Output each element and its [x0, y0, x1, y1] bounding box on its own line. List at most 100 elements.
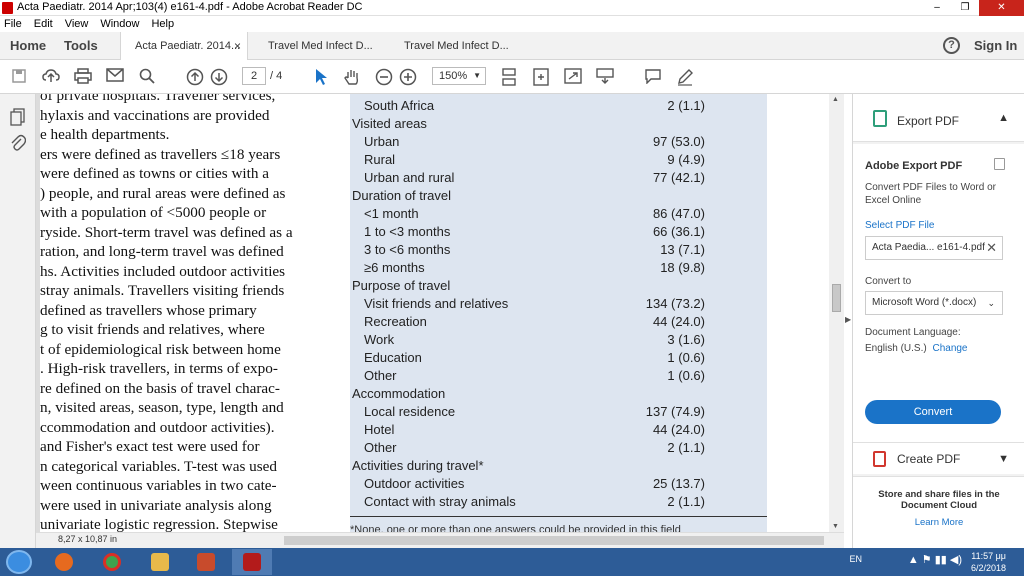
body-text-line: were defined as towns or cities with a	[40, 165, 270, 182]
table-row: Contact with stray animals 2 (1.1)	[350, 494, 767, 512]
table-row: Other 1 (0.6)	[350, 368, 767, 386]
horizontal-scroll-thumb[interactable]	[284, 536, 824, 545]
table-row: 3 to <6 months 13 (7.1)	[350, 242, 767, 260]
scroll-mode-icon[interactable]	[500, 68, 518, 86]
export-pdf-title: Export PDF	[897, 114, 960, 128]
chrome-icon	[103, 553, 121, 571]
taskbar-firefox[interactable]	[44, 549, 84, 575]
select-pdf-link[interactable]: Select PDF File	[865, 220, 934, 231]
taskbar-powerpoint[interactable]	[186, 549, 226, 575]
table-row: Visit friends and relatives 134 (73.2)	[350, 296, 767, 314]
page-number-input[interactable]: 2	[242, 67, 266, 85]
save-icon[interactable]	[10, 68, 28, 86]
table-row-value: 2 (1.1)	[667, 440, 705, 455]
document-tab[interactable]: Travel Med Infect D...	[390, 32, 518, 60]
full-screen-icon[interactable]	[564, 68, 582, 86]
acrobat-window: Acta Paediatr. 2014 Apr;103(4) e161-4.pd…	[0, 0, 1024, 576]
start-button[interactable]	[6, 550, 32, 574]
minimize-button[interactable]: –	[923, 0, 951, 16]
table-row-label: Rural	[364, 152, 396, 167]
horizontal-scrollbar[interactable]	[36, 532, 844, 548]
document-language-row: English (U.S.) Change	[865, 343, 968, 354]
help-icon[interactable]: ?	[943, 37, 960, 54]
export-pdf-header[interactable]: Export PDF ▲	[853, 94, 1024, 142]
document-tab[interactable]: Travel Med Infect D...	[254, 32, 382, 60]
zoom-out-icon[interactable]	[375, 68, 393, 86]
home-tab[interactable]: Home	[10, 32, 46, 60]
selected-file-field[interactable]: Acta Paedia... e161-4.pdf ✕	[865, 236, 1003, 260]
table-row-label: Activities during travel*	[352, 458, 484, 473]
table-row-label: Recreation	[364, 314, 427, 329]
zoom-select[interactable]: 150% ▼	[432, 67, 486, 85]
system-tray-icons[interactable]: ▲ ⚑ ▮▮ ◀)	[908, 553, 962, 566]
body-text-line: g to visit friends and relatives, where	[40, 321, 265, 338]
body-text-line: ) people, and rural areas were defined a…	[40, 184, 286, 202]
print-icon[interactable]	[74, 68, 92, 86]
window-title: Acta Paediatr. 2014 Apr;103(4) e161-4.pd…	[17, 1, 363, 13]
table-row-label: ≥6 months	[364, 260, 425, 275]
table-row: Recreation 44 (24.0)	[350, 314, 767, 332]
sign-in-button[interactable]: Sign In	[974, 32, 1017, 60]
chevron-down-icon[interactable]: ▼	[998, 453, 1009, 465]
learn-more-link[interactable]: Learn More	[853, 517, 1024, 528]
window-controls: – ❐ ✕	[923, 0, 1024, 16]
system-clock[interactable]: 11:57 μμ 6/2/2018	[971, 550, 1006, 574]
document-tab-label: Acta Paediatr. 2014...	[135, 40, 241, 52]
chevron-up-icon[interactable]: ▲	[998, 112, 1009, 124]
document-cloud-promo: Store and share files in the Document Cl…	[853, 476, 1024, 548]
upload-cloud-icon[interactable]	[42, 68, 60, 86]
close-tab-icon[interactable]: ×	[234, 32, 241, 60]
table-row: Local residence 137 (74.9)	[350, 404, 767, 422]
fit-page-icon[interactable]	[532, 68, 550, 86]
copy-icon[interactable]	[994, 158, 1005, 170]
windows-taskbar: EN ▲ ⚑ ▮▮ ◀) 11:57 μμ 6/2/2018	[0, 548, 1024, 576]
create-pdf-header[interactable]: Create PDF ▼	[853, 442, 1024, 474]
scroll-down-icon[interactable]: ▼	[832, 523, 839, 530]
convert-button[interactable]: Convert	[865, 400, 1001, 424]
comment-icon[interactable]	[644, 68, 662, 86]
clear-file-icon[interactable]: ✕	[986, 237, 997, 259]
menu-view[interactable]: View	[65, 16, 89, 32]
email-icon[interactable]	[106, 68, 124, 86]
scroll-up-icon[interactable]: ▲	[832, 96, 839, 103]
table-row: Activities during travel*	[350, 458, 767, 476]
vertical-scroll-thumb[interactable]	[832, 284, 841, 312]
table-row-value: 77 (42.1)	[652, 170, 705, 185]
menu-file[interactable]: File	[4, 16, 22, 32]
expand-right-panel-icon[interactable]: ▶	[845, 315, 851, 324]
export-description: Convert PDF Files to Word or Excel Onlin…	[865, 182, 996, 206]
taskbar-chrome[interactable]	[92, 549, 132, 575]
pages-icon[interactable]	[10, 108, 26, 131]
restore-button[interactable]: ❐	[951, 0, 979, 16]
taskbar-acrobat[interactable]	[232, 549, 272, 575]
change-language-link[interactable]: Change	[932, 343, 967, 354]
body-text-line: hs. Activities included outdoor activiti…	[40, 262, 286, 280]
keyboard-icon[interactable]	[596, 68, 614, 86]
previous-page-icon[interactable]	[186, 68, 204, 86]
menu-edit[interactable]: Edit	[34, 16, 53, 32]
next-page-icon[interactable]	[210, 68, 228, 86]
vertical-scrollbar[interactable]: ▲ ▼	[829, 94, 844, 532]
attachment-icon[interactable]	[10, 134, 27, 157]
zoom-in-icon[interactable]	[399, 68, 417, 86]
table-row: Outdoor activities 25 (13.7)	[350, 476, 767, 494]
table-row-label: Duration of travel	[352, 188, 451, 203]
folder-icon	[151, 553, 169, 571]
menu-window[interactable]: Window	[100, 16, 139, 32]
select-cursor-icon[interactable]	[312, 68, 330, 86]
export-pdf-body: Adobe Export PDF Convert PDF Files to Wo…	[853, 144, 1024, 446]
input-language[interactable]: EN	[849, 554, 862, 564]
create-pdf-icon	[873, 451, 886, 467]
search-icon[interactable]	[138, 68, 156, 86]
table-row-label: Visited areas	[352, 116, 427, 131]
tools-tab[interactable]: Tools	[64, 32, 98, 60]
menu-help[interactable]: Help	[151, 16, 174, 32]
sign-pen-icon[interactable]	[676, 68, 694, 86]
hand-tool-icon[interactable]	[343, 68, 361, 86]
document-tab-active[interactable]: Acta Paediatr. 2014... ×	[120, 32, 248, 61]
table-row: Education 1 (0.6)	[350, 350, 767, 368]
format-select[interactable]: Microsoft Word (*.docx) ⌄	[865, 291, 1003, 315]
tab-bar: Home Tools Acta Paediatr. 2014... × Trav…	[0, 32, 1024, 61]
taskbar-explorer[interactable]	[140, 549, 180, 575]
close-window-button[interactable]: ✕	[979, 0, 1024, 16]
